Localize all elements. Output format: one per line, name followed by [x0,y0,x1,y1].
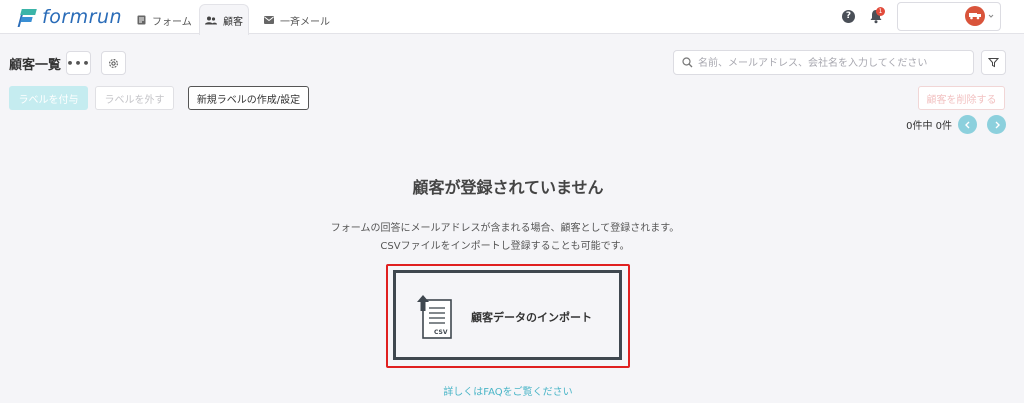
faq-link[interactable]: 詳しくはFAQをご覧ください [0,383,1016,398]
forms-icon [137,15,146,25]
notification-badge: 1 [876,7,885,16]
gear-icon [109,58,118,68]
empty-state-title: 顧客が登録されていません [412,178,604,197]
next-page-button[interactable] [987,115,1006,134]
brand-name: formrun [42,6,123,28]
avatar-car-icon [969,13,981,20]
mail-icon [264,16,274,24]
account-menu[interactable] [897,2,1001,31]
customer-search [673,50,974,75]
settings-button[interactable] [101,51,126,75]
chevron-right-icon [995,121,1000,128]
result-count: 0件中 0件 [906,121,952,132]
more-button[interactable]: ••• [66,51,91,75]
search-icon [682,57,693,68]
import-button-label: 顧客データのインポート [471,311,592,324]
filter-button[interactable] [981,50,1006,75]
nav-tab-forms-label: フォーム [152,16,192,28]
customers-icon [205,16,217,25]
brand-logo[interactable]: formrun [17,6,123,28]
remove-label-button[interactable]: ラベルを外す [95,86,174,110]
filter-icon [988,58,999,68]
prev-page-button[interactable] [958,115,977,134]
empty-state-description-line2: CSVファイルをインポートし登録することも可能です。 [380,241,630,252]
more-icon: ••• [66,56,91,70]
empty-state-description-line1: フォームの回答にメールアドレスが含まれる場合、顧客として登録されます。 [330,223,680,234]
svg-text:CSV: CSV [434,329,448,336]
nav-tab-mail-label: 一斉メール [280,16,330,28]
chevron-left-icon [964,121,969,128]
add-label-button[interactable]: ラベルを付与 [9,86,88,110]
nav-tab-mail[interactable]: 一斉メール [264,6,330,34]
nav-tab-customers[interactable]: 顧客 [199,4,249,35]
delete-customer-button[interactable]: 顧客を削除する [918,86,1005,110]
help-icon[interactable]: ? [842,10,855,23]
new-label-button[interactable]: 新規ラベルの作成/設定 [188,86,309,110]
page-title: 顧客一覧 [9,58,62,73]
logo-mark-icon [17,7,38,27]
chevron-down-icon [988,14,994,18]
search-input[interactable] [698,54,968,72]
top-nav: formrun フォーム 顧客 一斉メール ? 1 [0,0,1024,35]
csv-upload-icon: CSV [417,295,452,339]
nav-tab-customers-label: 顧客 [223,16,243,28]
nav-tab-forms[interactable]: フォーム [137,6,192,34]
